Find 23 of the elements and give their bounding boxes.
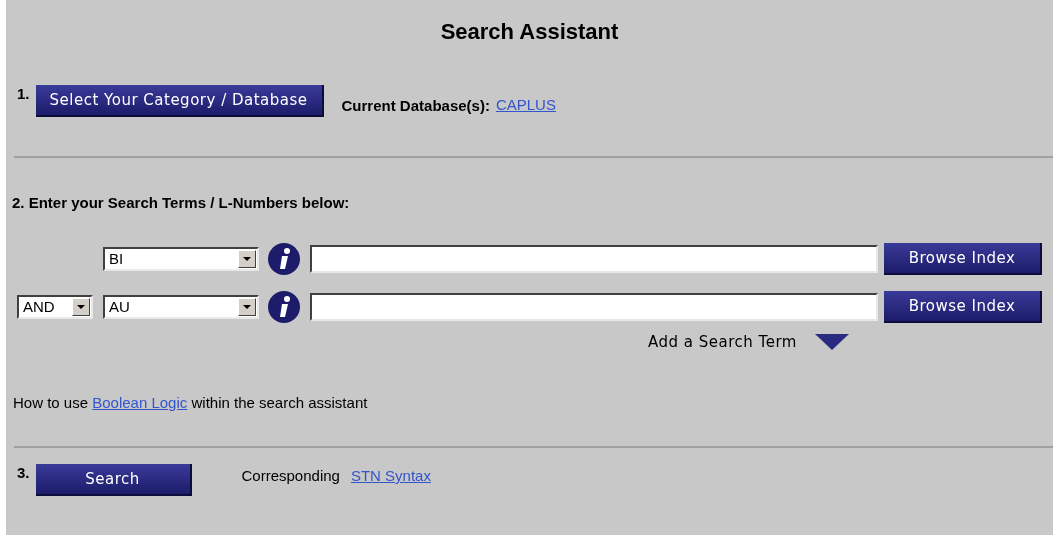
- search-term-input[interactable]: [310, 293, 878, 321]
- boolean-help-text: How to use Boolean Logic within the search assistant: [13, 392, 369, 413]
- database-link[interactable]: CAPLUS: [495, 94, 556, 117]
- search-button[interactable]: Search: [35, 464, 192, 496]
- select-category-button[interactable]: Select Your Category / Database: [35, 85, 324, 117]
- browse-index-button[interactable]: Browse Index: [884, 291, 1042, 323]
- field-select[interactable]: BI: [103, 247, 259, 271]
- step-heading: 2. Enter your Search Terms / L-Numbers below:: [12, 192, 351, 213]
- field-select[interactable]: AU: [103, 295, 259, 319]
- stn-syntax-link[interactable]: STN Syntax: [350, 465, 431, 488]
- info-icon[interactable]: [268, 243, 300, 275]
- info-icon[interactable]: [268, 291, 300, 323]
- corresponding-label: Corresponding: [241, 466, 340, 486]
- step-number: 3.: [17, 463, 30, 483]
- browse-index-button[interactable]: Browse Index: [884, 243, 1042, 275]
- step-number: 1.: [17, 84, 30, 104]
- operator-select[interactable]: AND: [17, 295, 93, 319]
- add-search-term-label[interactable]: Add a Search Term: [648, 331, 797, 354]
- current-database-label: Current Database(s):: [341, 96, 490, 116]
- boolean-logic-link[interactable]: Boolean Logic: [92, 393, 188, 411]
- down-triangle-icon[interactable]: [814, 334, 849, 351]
- page-title: Search Assistant: [440, 18, 619, 46]
- search-term-input[interactable]: [310, 245, 878, 273]
